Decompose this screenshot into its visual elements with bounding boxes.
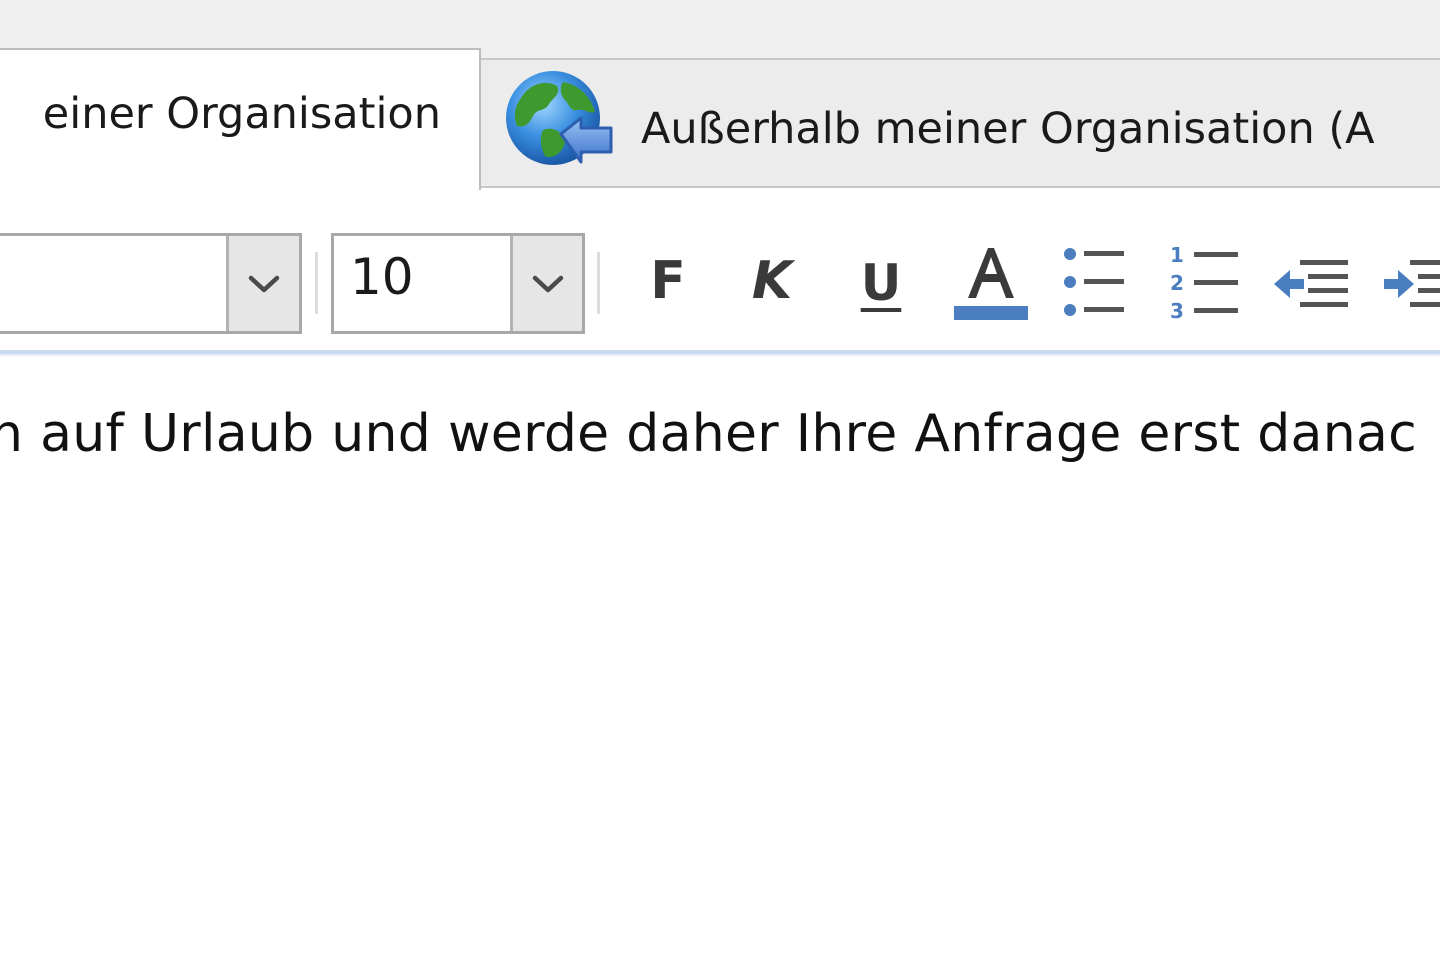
bullet-list-icon (1064, 248, 1124, 316)
increase-indent-button[interactable] (1380, 254, 1440, 314)
numbered-list-icon: 1 2 3 (1170, 243, 1238, 323)
tab-bar: einer Organisation Außerhalb meiner Orga (0, 0, 1440, 190)
font-color-icon (954, 248, 1028, 320)
globe-arrow-icon (506, 71, 613, 165)
message-body-text: n auf Urlaub und werde daher Ihre Anfrag… (0, 404, 1418, 464)
toolbar-separator (315, 252, 318, 314)
chevron-down-icon (532, 275, 563, 292)
font-size-dropdown-button[interactable] (510, 236, 582, 331)
increase-indent-icon (1384, 260, 1440, 307)
font-size-value: 10 (350, 248, 414, 306)
underline-icon: U (860, 254, 902, 312)
svg-text:2: 2 (1170, 271, 1184, 295)
numbered-list-button[interactable]: 1 2 3 (1166, 242, 1242, 324)
bold-button[interactable]: F (640, 248, 696, 314)
font-name-combobox[interactable] (0, 233, 302, 334)
toolbar-divider-shadow (0, 354, 1440, 356)
svg-text:3: 3 (1170, 299, 1184, 323)
tab-inside-organization-label: einer Organisation (42, 89, 441, 139)
underline-button[interactable]: U (852, 248, 910, 318)
italic-button[interactable]: K (744, 248, 800, 314)
tab-outside-organization-label: Außerhalb meiner Organisation (A (641, 104, 1375, 154)
tab-outside-organization[interactable]: Außerhalb meiner Organisation (A (479, 58, 1440, 188)
bold-icon: F (650, 251, 686, 311)
decrease-indent-button[interactable] (1270, 254, 1354, 314)
svg-text:1: 1 (1170, 243, 1184, 267)
font-name-dropdown-button[interactable] (226, 236, 299, 331)
italic-icon: K (751, 251, 793, 311)
decrease-indent-icon (1274, 260, 1348, 307)
message-body-editor[interactable]: n auf Urlaub und werde daher Ihre Anfrag… (0, 404, 1417, 464)
chevron-down-icon (248, 275, 280, 292)
font-size-combobox[interactable]: 10 (331, 233, 585, 334)
bullet-list-button[interactable] (1058, 242, 1130, 322)
tab-inside-organization[interactable]: einer Organisation (0, 48, 481, 190)
toolbar-separator (597, 252, 600, 314)
font-color-button[interactable] (950, 240, 1032, 326)
